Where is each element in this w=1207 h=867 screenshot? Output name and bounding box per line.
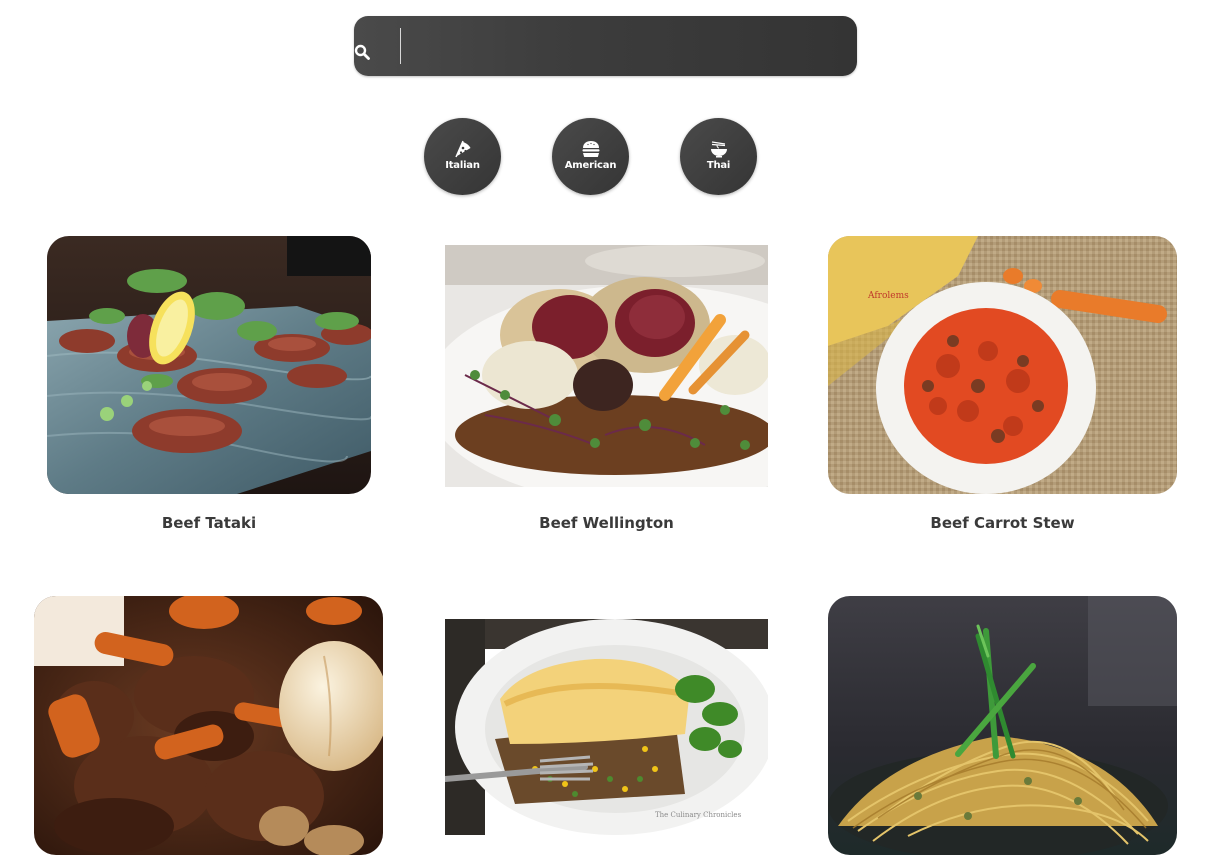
afrolems-watermark: Afrolems <box>867 291 909 301</box>
burger-icon <box>582 141 599 157</box>
cuisine-label: Thai <box>706 160 731 171</box>
beef-carrot-stew-photo[interactable]: Afrolems <box>828 236 1177 494</box>
beef-wellington-photo[interactable] <box>445 245 768 487</box>
shepherds-pie-photo[interactable]: The Culinary Chronicles <box>445 619 768 835</box>
recipe-title[interactable]: Beef Tataki <box>47 514 371 532</box>
recipe-card[interactable] <box>828 596 1177 855</box>
cuisine-button-italian[interactable]: Italian <box>424 118 501 195</box>
cuisine-button-american[interactable]: American <box>552 118 629 195</box>
cuisine-button-thai[interactable]: Thai <box>680 118 757 195</box>
recipe-card[interactable]: Beef Wellington <box>445 245 768 535</box>
recipe-title[interactable]: Beef Carrot Stew <box>828 514 1177 532</box>
cuisine-label: American <box>564 160 617 171</box>
search-bar <box>354 16 857 76</box>
pizza-icon <box>454 140 470 158</box>
recipe-title[interactable]: Beef Wellington <box>445 514 768 532</box>
recipe-card[interactable]: Beef Tataki <box>47 236 371 536</box>
pie-watermark: The Culinary Chronicles <box>655 811 742 819</box>
recipe-card[interactable]: The Culinary Chronicles <box>445 619 768 835</box>
noodles-photo[interactable] <box>828 596 1177 855</box>
beef-tataki-photo[interactable] <box>47 236 371 494</box>
beef-stew-closeup-photo[interactable] <box>34 596 383 855</box>
cuisine-label: Italian <box>445 160 480 171</box>
recipe-card[interactable] <box>34 596 383 855</box>
search-input[interactable] <box>400 28 839 64</box>
noodle-bowl-icon <box>710 141 727 158</box>
search-icon[interactable] <box>354 44 370 60</box>
recipe-card[interactable]: Afrolems Beef Carrot Stew <box>828 236 1177 536</box>
